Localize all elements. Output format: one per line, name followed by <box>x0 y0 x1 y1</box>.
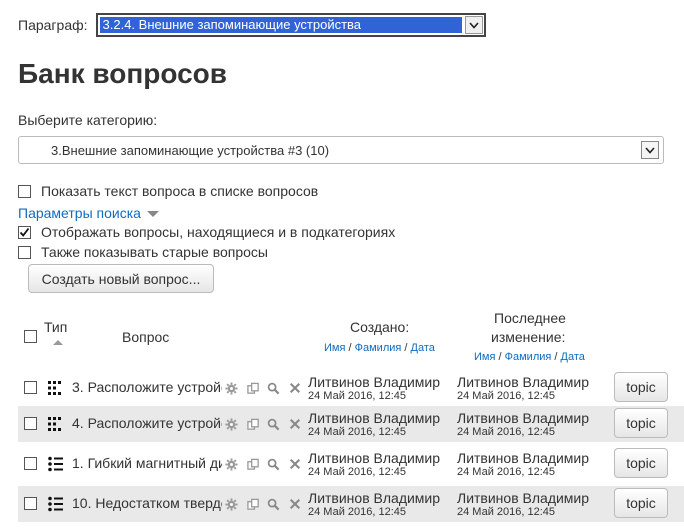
duplicate-icon[interactable] <box>246 417 260 431</box>
modified-by: Литвинов Владимир <box>457 490 590 506</box>
paragraph-label: Параграф: <box>18 17 88 33</box>
created-by: Литвинов Владимир <box>308 374 441 390</box>
search-params-link[interactable]: Параметры поиска <box>18 205 141 221</box>
include-subcategories-checkbox[interactable] <box>18 225 31 239</box>
show-old-questions-checkbox[interactable] <box>18 245 31 259</box>
delete-icon[interactable] <box>288 457 302 471</box>
modified-sort-date[interactable]: Дата <box>561 351 585 363</box>
delete-icon[interactable] <box>288 417 302 431</box>
tag-topic-button[interactable]: topic <box>614 372 668 402</box>
table-row: 1. Гибкий магнитный диск Литвинов Владими… <box>18 446 684 482</box>
modified-sort-links: Имя / Фамилия / Дата <box>474 351 585 363</box>
created-sort-links: Имя / Фамилия / Дата <box>324 342 435 354</box>
question-name: 4. Расположите устройства <box>72 415 222 431</box>
created-sort-last-name[interactable]: Фамилия <box>355 342 402 354</box>
row-checkbox[interactable] <box>24 417 37 430</box>
show-question-text-option[interactable]: Показать текст вопроса в списке вопросов <box>18 183 318 199</box>
modified-by: Литвинов Владимир <box>457 450 590 466</box>
row-checkbox[interactable] <box>24 457 37 470</box>
select-all-checkbox[interactable] <box>24 330 37 343</box>
show-question-text-label: Показать текст вопроса в списке вопросов <box>41 183 319 199</box>
column-created-header: Создано: <box>350 319 410 335</box>
modified-at: 24 Май 2016, 12:45 <box>457 390 556 402</box>
created-by: Литвинов Владимир <box>308 450 441 466</box>
show-old-questions-label: Также показывать старые вопросы <box>41 244 268 260</box>
paragraph-row: Параграф: 3.2.4. Внешние запоминающие ус… <box>18 12 486 38</box>
delete-icon[interactable] <box>288 497 302 511</box>
modified-by: Литвинов Владимир <box>457 374 590 390</box>
created-by: Литвинов Владимир <box>308 490 441 506</box>
row-checkbox[interactable] <box>24 497 37 510</box>
page-title: Банк вопросов <box>18 58 227 89</box>
table-row: 3. Расположите устройства Литвинов Владим… <box>18 370 684 406</box>
chevron-down-icon[interactable] <box>641 141 659 159</box>
gear-icon[interactable] <box>224 417 238 431</box>
paragraph-selected-value: 3.2.4. Внешние запоминающие устройства <box>99 17 462 33</box>
table-row: 4. Расположите устройства Литвинов Владим… <box>18 406 684 442</box>
tag-topic-button[interactable]: topic <box>614 408 668 438</box>
preview-icon[interactable] <box>266 381 280 395</box>
category-select[interactable]: 3.Внешние запоминающие устройства #3 (10… <box>18 136 664 164</box>
column-modified-header-line2: изменение: <box>491 329 566 345</box>
modified-sort-first-name[interactable]: Имя <box>474 351 495 363</box>
duplicate-icon[interactable] <box>246 497 260 511</box>
preview-icon[interactable] <box>266 497 280 511</box>
question-name: 1. Гибкий магнитный диск <box>72 455 222 471</box>
caret-down-icon <box>146 211 159 217</box>
question-name: 10. Недостатком твердотельных <box>72 495 222 511</box>
preview-icon[interactable] <box>266 457 280 471</box>
gear-icon[interactable] <box>224 457 238 471</box>
include-subcategories-label: Отображать вопросы, находящиеся и в подк… <box>41 224 396 240</box>
gear-icon[interactable] <box>224 497 238 511</box>
created-at: 24 Май 2016, 12:45 <box>308 506 407 518</box>
created-sort-date[interactable]: Дата <box>411 342 435 354</box>
create-question-button[interactable]: Создать новый вопрос... <box>28 264 214 293</box>
sort-asc-icon <box>53 340 63 345</box>
created-at: 24 Май 2016, 12:45 <box>308 426 407 438</box>
gear-icon[interactable] <box>224 381 238 395</box>
checkmark-icon <box>19 227 30 237</box>
paragraph-select[interactable]: 3.2.4. Внешние запоминающие устройства <box>95 13 486 37</box>
category-label: Выберите категорию: <box>18 112 158 128</box>
row-checkbox[interactable] <box>24 381 37 394</box>
created-at: 24 Май 2016, 12:45 <box>308 466 407 478</box>
created-sort-first-name[interactable]: Имя <box>324 342 345 354</box>
created-at: 24 Май 2016, 12:45 <box>308 390 407 402</box>
multichoice-icon <box>47 495 65 513</box>
show-old-questions-option[interactable]: Также показывать старые вопросы <box>18 244 268 260</box>
modified-by: Литвинов Владимир <box>457 410 590 426</box>
search-params-toggle[interactable]: Параметры поиска <box>18 205 159 221</box>
column-question-header[interactable]: Вопрос <box>122 329 169 345</box>
tag-topic-button[interactable]: topic <box>614 488 668 518</box>
modified-at: 24 Май 2016, 12:45 <box>457 426 556 438</box>
ordering-icon <box>47 415 65 433</box>
column-modified-header-line1: Последнее <box>494 310 566 326</box>
modified-at: 24 Май 2016, 12:45 <box>457 506 556 518</box>
show-question-text-checkbox[interactable] <box>18 184 31 198</box>
tag-topic-button[interactable]: topic <box>614 448 668 478</box>
ordering-icon <box>47 379 65 397</box>
duplicate-icon[interactable] <box>246 381 260 395</box>
duplicate-icon[interactable] <box>246 457 260 471</box>
question-name: 3. Расположите устройства <box>72 379 222 395</box>
category-selected-value: 3.Внешние запоминающие устройства #3 (10… <box>51 143 330 158</box>
multichoice-icon <box>47 455 65 473</box>
modified-sort-last-name[interactable]: Фамилия <box>505 351 552 363</box>
chevron-down-icon[interactable] <box>464 16 483 34</box>
modified-at: 24 Май 2016, 12:45 <box>457 466 556 478</box>
delete-icon[interactable] <box>288 381 302 395</box>
include-subcategories-option[interactable]: Отображать вопросы, находящиеся и в подк… <box>18 224 395 240</box>
preview-icon[interactable] <box>266 417 280 431</box>
column-type-header[interactable]: Тип <box>44 319 67 335</box>
created-by: Литвинов Владимир <box>308 410 441 426</box>
table-row: 10. Недостатком твердотельных Литвинов Вл… <box>18 486 684 522</box>
